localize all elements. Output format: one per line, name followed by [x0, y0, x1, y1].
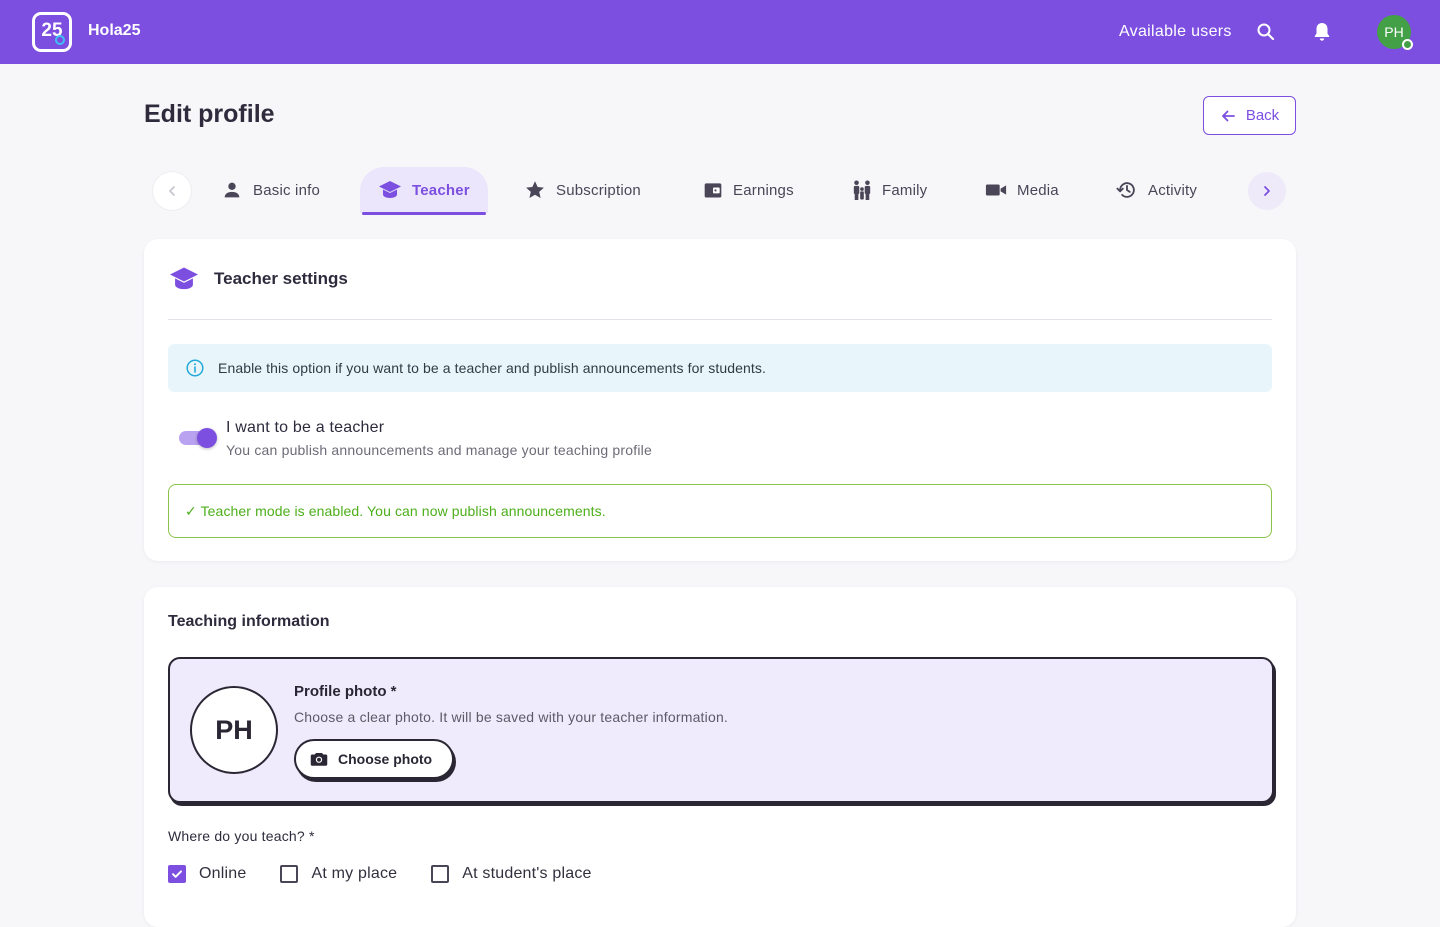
tab-label: Teacher — [412, 181, 470, 199]
arrow-left-icon — [1221, 110, 1235, 121]
option-label: At my place — [311, 865, 398, 882]
chevron-right-icon — [1264, 186, 1270, 196]
toggle-thumb — [197, 428, 217, 448]
tab-label: Family — [882, 181, 928, 199]
teach-location-options: Online At my place At student's place — [168, 865, 626, 883]
app-logo[interactable]: 25 — [32, 12, 72, 52]
where-teach-label: Where do you teach? * — [168, 828, 315, 844]
star-icon — [526, 181, 544, 198]
checkbox-unchecked[interactable] — [431, 865, 450, 883]
user-avatar[interactable]: PH — [1377, 15, 1413, 50]
toggle-title: I want to be a teacher — [226, 419, 385, 436]
graduation-cap-icon — [170, 267, 198, 290]
history-icon — [1116, 182, 1135, 198]
tab-label: Basic info — [253, 181, 321, 199]
check-icon — [172, 870, 182, 878]
option-online[interactable]: Online — [168, 865, 246, 883]
tab-label: Media — [1017, 181, 1059, 199]
avatar-initials: PH — [1384, 24, 1404, 40]
back-button[interactable]: Back — [1203, 96, 1296, 135]
bell-icon[interactable] — [1310, 20, 1334, 44]
teacher-settings-card: Teacher settings Enable this option if y… — [144, 239, 1296, 561]
teacher-settings-header: Teacher settings — [168, 265, 348, 293]
checkbox-checked[interactable] — [168, 865, 186, 883]
toggle-subtitle: You can publish announcements and manage… — [226, 442, 652, 458]
tab-media[interactable]: Media — [985, 167, 1059, 213]
photo-description: Choose a clear photo. It will be saved w… — [294, 709, 729, 725]
tab-earnings[interactable]: Earnings — [703, 167, 794, 213]
info-text: Enable this option if you want to be a t… — [218, 360, 766, 376]
tab-label: Activity — [1148, 181, 1198, 199]
checkbox-unchecked[interactable] — [280, 865, 299, 883]
tab-subscription[interactable]: Subscription — [524, 167, 641, 213]
page-title: Edit profile — [144, 100, 275, 128]
section-title: Teaching information — [168, 613, 330, 630]
tabs-prev-button[interactable] — [153, 172, 191, 210]
card-title: Teacher settings — [214, 269, 348, 288]
photo-avatar: PH — [190, 686, 278, 774]
choose-photo-button[interactable]: Choose photo — [294, 739, 454, 779]
wallet-icon — [704, 183, 722, 198]
photo-title: Profile photo * — [294, 683, 397, 700]
success-text: ✓ Teacher mode is enabled. You can now p… — [185, 502, 606, 519]
available-users-link[interactable]: Available users — [1119, 23, 1232, 41]
top-bar: 25 Hola25 Available users PH — [0, 0, 1440, 64]
search-icon[interactable] — [1254, 20, 1278, 44]
online-status-icon — [1402, 39, 1413, 50]
brand-name[interactable]: Hola25 — [88, 22, 140, 40]
option-label: At student's place — [462, 865, 592, 882]
tab-label: Subscription — [556, 181, 641, 199]
divider — [168, 319, 1272, 320]
teaching-information-card: Teaching information PH Profile photo * … — [144, 587, 1296, 927]
tab-activity[interactable]: Activity — [1116, 167, 1197, 213]
tab-family[interactable]: Family — [852, 167, 927, 213]
tab-label: Earnings — [733, 181, 794, 199]
success-alert: ✓ Teacher mode is enabled. You can now p… — [168, 484, 1272, 538]
option-label: Online — [199, 865, 247, 882]
person-icon — [224, 182, 240, 198]
graduation-cap-icon — [379, 181, 401, 198]
camera-icon — [310, 753, 328, 766]
option-at-students-place[interactable]: At student's place — [431, 865, 591, 883]
option-at-my-place[interactable]: At my place — [280, 865, 397, 883]
tabs-next-button[interactable] — [1248, 172, 1286, 210]
tab-basic-info[interactable]: Basic info — [221, 167, 320, 213]
back-label: Back — [1245, 107, 1280, 124]
video-camera-icon — [985, 184, 1007, 196]
choose-photo-label: Choose photo — [338, 751, 433, 767]
tab-teacher[interactable]: Teacher — [360, 167, 488, 215]
info-alert: Enable this option if you want to be a t… — [168, 344, 1272, 392]
family-icon — [853, 180, 871, 200]
logo-dot-icon — [55, 35, 65, 45]
chevron-left-icon — [169, 186, 175, 196]
profile-photo-box: PH Profile photo * Choose a clear photo.… — [168, 657, 1274, 803]
info-icon — [186, 359, 204, 377]
teacher-toggle[interactable] — [179, 428, 217, 448]
